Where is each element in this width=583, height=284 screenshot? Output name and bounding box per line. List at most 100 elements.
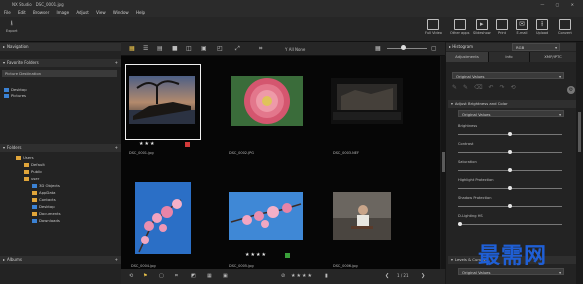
scroll-thumb[interactable] xyxy=(578,112,581,152)
menu-view[interactable]: View xyxy=(96,10,106,15)
picture-destination-item[interactable]: Picture Destination xyxy=(2,70,117,77)
highlight-slider[interactable] xyxy=(458,184,562,191)
undo-icon[interactable]: ↶ xyxy=(489,84,500,91)
tab-adjustments[interactable]: Adjustments xyxy=(446,52,489,62)
thumbnail-image[interactable] xyxy=(231,76,303,126)
slider-knob[interactable] xyxy=(508,150,512,154)
rotate-left-icon[interactable]: ⟲ xyxy=(129,273,133,279)
thumbnail-image[interactable] xyxy=(129,76,195,124)
thumbnail-filename: DSC_0006.jpg xyxy=(333,264,358,268)
folders-header[interactable]: ▾ Folders + xyxy=(0,144,121,152)
prev-page-icon[interactable]: ❮ xyxy=(385,273,389,279)
saturation-slider[interactable] xyxy=(458,166,562,173)
brightness-slider[interactable] xyxy=(458,130,562,137)
menu-adjust[interactable]: Adjust xyxy=(76,10,89,15)
tab-xmp-iptc[interactable]: XMP/IPTC xyxy=(530,52,577,62)
retouch-icon[interactable]: ▦ xyxy=(207,273,212,279)
favorite-pictures[interactable]: Pictures xyxy=(4,92,125,100)
email-button[interactable]: ✉ E-mail xyxy=(516,19,528,35)
scroll-thumb[interactable] xyxy=(442,152,445,172)
thumbnail-image[interactable] xyxy=(333,192,391,240)
menu-browser[interactable]: Browser xyxy=(33,10,49,15)
filter-dropdown[interactable]: Y All None xyxy=(285,46,305,53)
thumbnail-image[interactable] xyxy=(229,192,303,240)
info-icon[interactable]: ▣ xyxy=(223,273,228,279)
reset-icon[interactable]: ⟲ xyxy=(511,84,522,91)
color-label-green[interactable] xyxy=(285,253,290,258)
slider-knob[interactable] xyxy=(401,45,406,50)
grid-size-icon[interactable]: ▦ xyxy=(375,45,381,52)
menu-file[interactable]: File xyxy=(4,10,11,15)
histogram-mode-dropdown[interactable]: RGB ▾ xyxy=(512,43,560,51)
next-page-icon[interactable]: ❯ xyxy=(421,273,425,279)
crop-icon[interactable]: ⌗ xyxy=(175,273,178,279)
compare-icon[interactable]: ▢ xyxy=(159,273,164,279)
shadow-slider[interactable] xyxy=(458,202,562,209)
label-icon[interactable]: ⚑ xyxy=(143,273,147,279)
map-icon[interactable]: ◰ xyxy=(217,45,223,52)
eraser-icon[interactable]: ⌫ xyxy=(474,84,488,91)
upload-button[interactable]: ⭱ Upload xyxy=(536,19,548,35)
menu-image[interactable]: Image xyxy=(57,10,70,15)
slider-label: Highlight Protection xyxy=(458,178,494,182)
thumbnail-image[interactable] xyxy=(331,78,403,124)
menu-edit[interactable]: Edit xyxy=(18,10,26,15)
compare-icon[interactable]: ◫ xyxy=(186,45,192,52)
slider-knob[interactable] xyxy=(508,168,512,172)
add-favorite-icon[interactable]: + xyxy=(115,59,118,67)
adjust-icon[interactable]: ◩ xyxy=(191,273,196,279)
settings-icon[interactable]: ⚙ xyxy=(567,86,575,94)
slider-knob[interactable] xyxy=(508,186,512,190)
fullscreen-icon[interactable]: ⤢ xyxy=(235,45,240,52)
left-panel: ▸ Navigation ▾ Favorite Folders + Picture D… xyxy=(0,42,121,284)
filmstrip-icon[interactable]: ▤ xyxy=(157,45,163,52)
window-controls[interactable]: — ▢ ✕ xyxy=(540,0,579,9)
large-grid-icon[interactable]: ▢ xyxy=(431,45,437,52)
thumbnail-filename: DSC_0004.jpg xyxy=(131,264,156,268)
thumbnail-image[interactable] xyxy=(135,182,191,254)
full-video-button[interactable]: Full Video xyxy=(425,19,442,35)
chevron-down-icon: ▾ xyxy=(559,112,561,117)
slideshow-button[interactable]: ▸ Slideshow xyxy=(473,19,491,35)
single-view-icon[interactable]: ■ xyxy=(172,45,178,52)
favorite-folders-header[interactable]: ▾ Favorite Folders + xyxy=(0,59,121,67)
slider-knob[interactable] xyxy=(458,222,462,226)
preset-dropdown[interactable]: Original Values ▾ xyxy=(452,72,564,79)
tree-item[interactable]: Downloads xyxy=(0,217,121,225)
add-album-icon[interactable]: + xyxy=(115,256,118,264)
menu-window[interactable]: Window xyxy=(113,10,129,15)
other-apps-button[interactable]: Other apps xyxy=(450,19,469,35)
contrast-slider[interactable] xyxy=(458,148,562,155)
right-panel-scrollbar[interactable] xyxy=(576,42,583,284)
list-view-icon[interactable]: ☰ xyxy=(143,45,148,52)
color-label-red[interactable] xyxy=(185,142,190,147)
upload-icon: ⭱ xyxy=(536,19,549,30)
menu-help[interactable]: Help xyxy=(136,10,145,15)
compare-4-icon[interactable]: ▣ xyxy=(201,45,207,52)
thumbnail-size-slider[interactable] xyxy=(387,48,427,49)
export-button[interactable]: ⭳ Export xyxy=(6,19,17,33)
chevron-down-icon: ▾ xyxy=(559,74,561,79)
rating-stars[interactable]: ★★★ xyxy=(139,141,155,147)
rating-filter[interactable]: ★★★★ xyxy=(291,273,313,279)
brightness-color-header[interactable]: ▾ Adjust Brightness and Color xyxy=(448,100,576,108)
filter-star-icon[interactable]: ⊘ xyxy=(281,273,285,279)
slider-knob[interactable] xyxy=(508,204,512,208)
convert-button[interactable]: Convert xyxy=(558,19,572,35)
pencil-icon[interactable]: ✎ xyxy=(452,84,463,91)
mode-dropdown[interactable]: Original Values ▾ xyxy=(458,110,564,117)
redo-icon[interactable]: ↷ xyxy=(500,84,511,91)
add-folder-icon[interactable]: + xyxy=(115,144,118,152)
albums-header[interactable]: ▸ Albums + xyxy=(0,256,121,264)
print-button[interactable]: Print xyxy=(496,19,508,35)
d-lighting-slider[interactable] xyxy=(458,220,562,227)
brush-icon[interactable]: ✎ xyxy=(463,84,474,91)
tab-info[interactable]: Info xyxy=(489,52,530,62)
color-filter-icon[interactable]: ▮ xyxy=(325,273,328,279)
histogram-header[interactable]: ▸ Histogram RGB ▾ xyxy=(446,43,576,51)
thumbnail-grid-icon[interactable]: ▦ xyxy=(129,45,135,52)
slider-knob[interactable] xyxy=(508,132,512,136)
navigation-header[interactable]: ▸ Navigation xyxy=(0,43,121,51)
fit-icon[interactable]: ⌗ xyxy=(259,45,262,52)
rating-stars[interactable]: ★★★★ xyxy=(245,252,267,258)
